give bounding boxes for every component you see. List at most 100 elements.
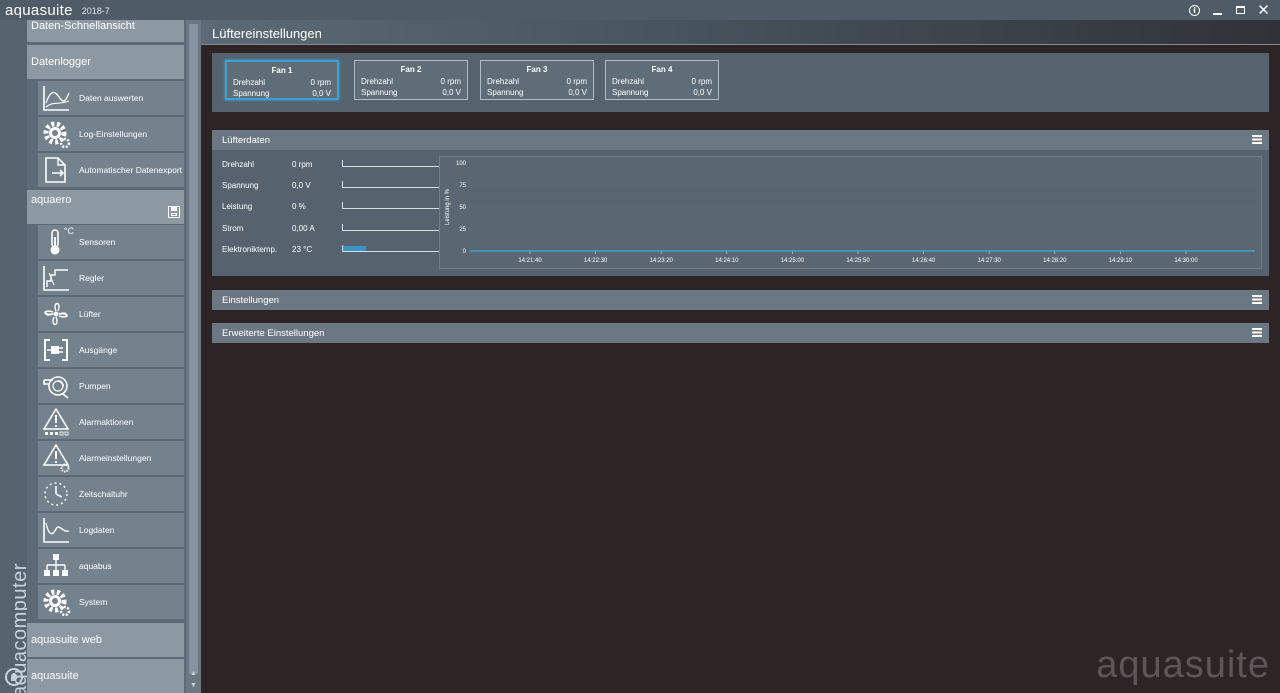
sidebar-item-luefter[interactable]: Lüfter [38,297,184,331]
fan-rpm-value: 0 rpm [566,77,587,86]
fan-rpm-label: Drehzahl [487,77,520,86]
alarm-actions-icon [38,405,74,439]
minimize-button[interactable] [1209,2,1226,18]
panel-title: Einstellungen [222,294,280,306]
sidebar-section-aquasuite[interactable]: aquasuite [27,659,184,693]
metric-bar-fill [343,246,366,251]
title-bar: aquasuite 2018-7 i ✕ [0,0,1280,20]
x-tick-label: 14:25:00 [781,258,805,264]
power-chart-svg: Leistung in % 0 25 50 75 100 14:21:40 14:22:30 1… [445,161,1255,264]
timer-icon [38,477,74,511]
fan-voltage-label: Spannung [612,88,649,97]
power-chart[interactable]: Leistung in % 0 25 50 75 100 14:21:40 14:22:30 1… [439,156,1262,269]
sidebar-item-label: Automatischer Datenexport [79,165,182,175]
panel-title: Erweiterte Einstellungen [222,327,325,339]
sidebar-item-aquabus[interactable]: aquabus [38,549,184,583]
sidebar-item-label: System [79,597,108,607]
maximize-button[interactable] [1232,2,1249,18]
sidebar-item-label: aquabus [79,561,112,571]
sidebar-scrollbar[interactable]: ▲ ▼ [186,20,201,693]
sidebar-item-label: Logdaten [79,525,115,535]
sidebar-item-label: Ausgänge [79,345,118,355]
sidebar-section-aquasuite-web[interactable]: aquasuite web [27,623,184,657]
sidebar-section-label: aquasuite web [31,634,102,646]
sidebar-section-datenlogger[interactable]: Datenlogger [27,45,184,79]
metric-value: 0 rpm [292,159,313,169]
sidebar-section-daten-schnellansicht[interactable]: Daten-Schnellansicht [27,20,184,42]
fan-selector-panel: Fan 1 Drehzahl 0 rpm Spannung 0,0 V Fan 2 … [212,53,1269,112]
advanced-settings-panel-header[interactable]: Erweiterte Einstellungen [212,323,1269,343]
sidebar-item-zeitschaltuhr[interactable]: Zeitschaltuhr [38,477,184,511]
info-button[interactable]: i [1186,2,1203,18]
x-tick-label: 14:23:20 [650,258,674,264]
scroll-down-icon[interactable]: ▼ [189,682,198,690]
x-tick-label: 14:28:20 [1043,258,1067,264]
fan-data-panel-header[interactable]: Lüfterdaten [212,130,1269,150]
sidebar-item-system[interactable]: System [38,585,184,619]
sidebar-item-alarmeinstellungen[interactable]: Alarmeinstellungen [38,441,184,475]
watermark: aquasuite [1096,644,1270,686]
thermometer-icon: °C [38,225,74,259]
network-icon [38,549,74,583]
sidebar-item-label: Regler [79,273,105,283]
sidebar-item-alarmaktionen[interactable]: Alarmaktionen [38,405,184,439]
pump-icon [38,369,74,403]
x-tick-label: 14:29:10 [1109,258,1133,264]
sidebar-section-label: Daten-Schnellansicht [31,20,135,32]
fan-card-2[interactable]: Fan 2 Drehzahl 0 rpm Spannung 0,0 V [354,60,468,100]
x-tick-label: 14:30:00 [1174,258,1198,264]
fan-card-1[interactable]: Fan 1 Drehzahl 0 rpm Spannung 0,0 V [225,60,339,100]
sidebar-item-sensoren[interactable]: °C Sensoren [38,225,184,259]
metric-row: Elektroniktemp. 23 °C [222,243,442,255]
metric-bar [342,245,442,252]
metric-value: 0,00 A [292,223,315,233]
sidebar-item-logdaten[interactable]: Logdaten [38,513,184,547]
sidebar-scroll-thumb[interactable] [189,24,198,674]
metric-row: Leistung 0 % [222,200,442,212]
fan-name: Fan 4 [651,65,673,74]
x-tick-label: 14:21:40 [518,258,542,264]
metric-label: Strom [222,223,244,233]
fan-voltage-label: Spannung [233,89,270,98]
save-profile-icon[interactable] [168,206,180,218]
sidebar-item-label: Daten auswerten [79,93,144,103]
fan-rpm-value: 0 rpm [691,77,712,86]
y-tick-label: 0 [463,249,467,255]
fan-name: Fan 1 [271,66,293,75]
menu-icon[interactable] [1252,135,1262,144]
sidebar-item-log-einstellungen[interactable]: Log-Einstellungen [38,117,184,151]
metric-bar [342,181,442,188]
fan-voltage-value: 0,0 V [442,88,461,97]
fan-voltage-value: 0,0 V [312,89,331,98]
sidebar-item-label: Sensoren [79,237,116,247]
settings-panel-header[interactable]: Einstellungen [212,290,1269,310]
metric-bar [342,224,442,231]
fan-card-3[interactable]: Fan 3 Drehzahl 0 rpm Spannung 0,0 V [480,60,594,100]
metric-bar [342,160,442,167]
sidebar-item-automatischer-datenexport[interactable]: Automatischer Datenexport [38,153,184,187]
fan-card-4[interactable]: Fan 4 Drehzahl 0 rpm Spannung 0,0 V [605,60,719,100]
sidebar-item-label: Alarmaktionen [79,417,134,427]
sidebar-item-ausgaenge[interactable]: Ausgänge [38,333,184,367]
metric-label: Drehzahl [222,159,255,169]
sidebar-item-pumpen[interactable]: Pumpen [38,369,184,403]
menu-icon[interactable] [1252,328,1262,337]
plug-icon [38,333,74,367]
fan-voltage-value: 0,0 V [568,88,587,97]
fan-rpm-value: 0 rpm [440,77,461,86]
sidebar-section-aquaero[interactable]: aquaero [27,190,184,224]
sidebar: Daten-Schnellansicht Datenlogger Daten a… [27,20,186,693]
menu-icon[interactable] [1252,295,1262,304]
log-chart-icon [38,513,74,547]
metric-value: 0,0 V [292,180,311,190]
minimize-icon [1213,13,1222,15]
sidebar-item-daten-auswerten[interactable]: Daten auswerten [38,81,184,115]
y-tick-label: 25 [459,227,466,233]
y-tick-label: 75 [459,183,466,189]
scroll-up-icon[interactable]: ▲ [189,670,198,678]
fan-rpm-label: Drehzahl [233,78,266,87]
metric-label: Leistung [222,201,253,211]
fan-name: Fan 2 [400,65,422,74]
close-button[interactable]: ✕ [1255,2,1272,18]
sidebar-item-regler[interactable]: Regler [38,261,184,295]
